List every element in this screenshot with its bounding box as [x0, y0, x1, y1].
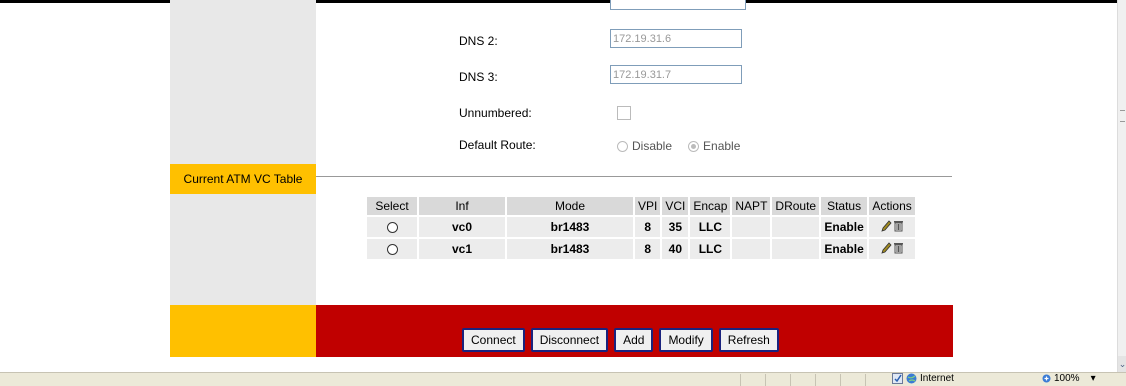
table-row: vc0 br1483 8 35 LLC Enable: [367, 217, 916, 237]
atm-vc-table: Select Inf Mode VPI VCI Encap NAPT DRout…: [365, 195, 917, 261]
vertical-scrollbar[interactable]: ⌄: [1117, 0, 1126, 372]
table-header-row: Select Inf Mode VPI VCI Encap NAPT DRout…: [367, 197, 916, 215]
unnumbered-label: Unnumbered:: [459, 106, 532, 120]
row-actions: [869, 239, 916, 259]
status-separator: [815, 374, 816, 386]
row-encap: LLC: [690, 217, 731, 237]
row-encap: LLC: [690, 239, 731, 259]
zoom-control[interactable]: 100% ▾: [1042, 373, 1096, 384]
zoom-level: 100%: [1054, 373, 1080, 384]
scroll-thumb-grip[interactable]: [1120, 110, 1125, 122]
row-inf: vc1: [419, 239, 505, 259]
row-inf: vc0: [419, 217, 505, 237]
section-title: Current ATM VC Table: [183, 172, 303, 186]
action-button-row: Connect Disconnect Add Modify Refresh: [462, 328, 779, 352]
default-route-disable-option[interactable]: Disable: [617, 139, 672, 153]
section-divider: [316, 176, 952, 177]
row-select-cell: [367, 217, 417, 237]
status-separator: [740, 374, 741, 386]
header-vci: VCI: [662, 197, 689, 215]
table-row: vc1 br1483 8 40 LLC Enable: [367, 239, 916, 259]
zoom-dropdown-icon[interactable]: ▾: [1091, 373, 1096, 384]
delete-trash-icon[interactable]: [893, 241, 904, 254]
delete-trash-icon[interactable]: [893, 219, 904, 232]
row-actions: [869, 217, 916, 237]
edit-pencil-icon[interactable]: [880, 241, 892, 254]
default-route-radio-group: Disable Enable: [617, 139, 752, 153]
header-status: Status: [821, 197, 868, 215]
row-vci: 35: [662, 217, 689, 237]
browser-status-bar: Internet 100% ▾: [0, 372, 1126, 386]
header-encap: Encap: [690, 197, 731, 215]
row-status: Enable: [821, 217, 868, 237]
default-route-enable-radio[interactable]: [688, 140, 700, 152]
modify-button[interactable]: Modify: [659, 328, 713, 352]
security-zone[interactable]: Internet: [892, 373, 954, 384]
default-route-enable-label: Enable: [703, 139, 741, 153]
row-select-cell: [367, 239, 417, 259]
protected-mode-icon: [892, 373, 903, 384]
header-actions: Actions: [869, 197, 916, 215]
edit-pencil-icon[interactable]: [880, 219, 892, 232]
row-mode: br1483: [507, 239, 633, 259]
row-vci: 40: [662, 239, 689, 259]
default-route-disable-label: Disable: [632, 139, 673, 153]
left-column: [170, 0, 316, 305]
row-droute: [772, 217, 820, 237]
row-status: Enable: [821, 239, 868, 259]
row-napt: [732, 217, 771, 237]
row-vpi: 8: [635, 217, 661, 237]
section-title-tab: Current ATM VC Table: [170, 164, 316, 194]
refresh-button[interactable]: Refresh: [718, 328, 779, 352]
row-napt: [732, 239, 771, 259]
header-droute: DRoute: [772, 197, 820, 215]
unnumbered-checkbox[interactable]: [617, 106, 631, 120]
row-mode: br1483: [507, 217, 633, 237]
default-route-disable-radio[interactable]: [617, 140, 628, 152]
status-separator: [865, 374, 866, 386]
default-route-label: Default Route:: [459, 138, 536, 152]
header-vpi: VPI: [635, 197, 661, 215]
header-napt: NAPT: [732, 197, 771, 215]
zone-label: Internet: [920, 373, 954, 384]
row-vpi: 8: [635, 239, 661, 259]
disconnect-button[interactable]: Disconnect: [530, 328, 609, 352]
header-select: Select: [367, 197, 417, 215]
row-select-radio[interactable]: [386, 244, 398, 256]
scroll-down-arrow-icon[interactable]: ⌄: [1118, 356, 1126, 372]
row-droute: [772, 239, 820, 259]
status-separator: [765, 374, 766, 386]
status-separator: [790, 374, 791, 386]
top-border: [0, 0, 1120, 3]
header-inf: Inf: [419, 197, 505, 215]
zoom-icon: [1042, 374, 1051, 383]
dns1-input-partial[interactable]: [610, 0, 746, 10]
dns2-input[interactable]: [610, 29, 742, 48]
dns2-label: DNS 2:: [459, 34, 498, 48]
footer-yellow-block: [170, 305, 316, 357]
globe-icon: [906, 373, 917, 384]
dns3-label: DNS 3:: [459, 70, 498, 84]
status-separator: [840, 374, 841, 386]
default-route-enable-option[interactable]: Enable: [688, 139, 740, 153]
connect-button[interactable]: Connect: [462, 328, 525, 352]
row-select-radio[interactable]: [386, 222, 398, 234]
header-mode: Mode: [507, 197, 633, 215]
add-button[interactable]: Add: [614, 328, 654, 352]
dns3-input[interactable]: [610, 65, 742, 84]
